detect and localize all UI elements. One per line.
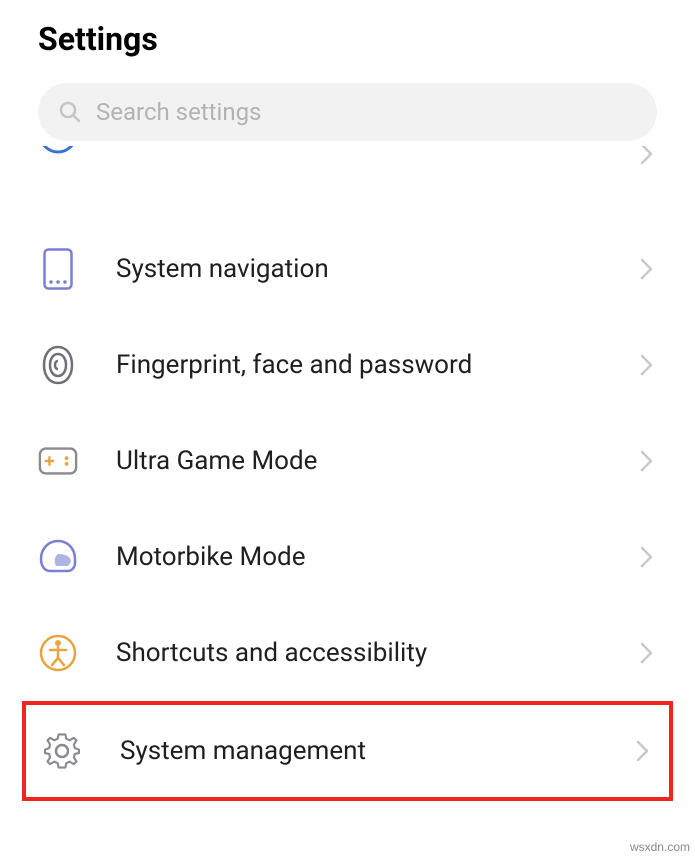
helmet-icon xyxy=(38,537,78,577)
search-input[interactable]: Search settings xyxy=(38,83,657,141)
list-item-ultra-game-mode[interactable]: Ultra Game Mode xyxy=(0,413,695,509)
search-icon xyxy=(58,100,82,124)
list-item-label: Shortcuts and accessibility xyxy=(116,638,637,668)
chevron-right-icon xyxy=(633,741,653,761)
chevron-right-icon xyxy=(637,146,657,164)
circle-icon xyxy=(38,146,78,174)
list-item-system-navigation[interactable]: System navigation xyxy=(0,221,695,317)
list-item-label: Fingerprint, face and password xyxy=(116,350,637,380)
header: Settings xyxy=(0,0,695,83)
chevron-right-icon xyxy=(637,259,657,279)
search-placeholder: Search settings xyxy=(96,98,637,126)
chevron-right-icon xyxy=(637,643,657,663)
list-item-partial[interactable]: - xyxy=(0,146,695,181)
accessibility-icon xyxy=(38,633,78,673)
list-item-shortcuts-accessibility[interactable]: Shortcuts and accessibility xyxy=(0,605,695,701)
list-item-system-management[interactable]: System management xyxy=(22,701,673,801)
gamepad-icon xyxy=(38,441,78,481)
phone-nav-icon xyxy=(38,249,78,289)
fingerprint-icon xyxy=(38,345,78,385)
list-item-label: System management xyxy=(120,736,633,766)
section-break xyxy=(0,181,695,221)
page-title: Settings xyxy=(38,20,657,58)
list-item-label: Motorbike Mode xyxy=(116,542,637,572)
list-item-fingerprint[interactable]: Fingerprint, face and password xyxy=(0,317,695,413)
chevron-right-icon xyxy=(637,451,657,471)
list-item-label: Ultra Game Mode xyxy=(116,446,637,476)
list-item-label: System navigation xyxy=(116,254,637,284)
list-item-motorbike-mode[interactable]: Motorbike Mode xyxy=(0,509,695,605)
chevron-right-icon xyxy=(637,547,657,567)
gear-icon xyxy=(42,731,82,771)
chevron-right-icon xyxy=(637,355,657,375)
settings-list: - System navigation xyxy=(0,146,695,801)
watermark: wsxdn.com xyxy=(630,840,690,854)
